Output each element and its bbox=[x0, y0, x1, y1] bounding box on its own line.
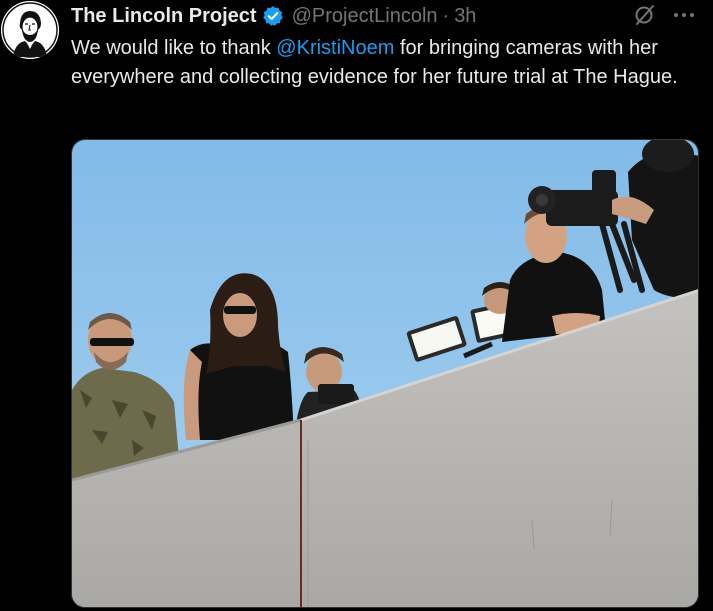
author-handle[interactable]: @ProjectLincoln bbox=[292, 5, 438, 28]
tweet-header: The Lincoln Project @ProjectLincoln · 3h bbox=[71, 3, 476, 29]
tweet-photo[interactable] bbox=[71, 139, 699, 608]
avatar[interactable] bbox=[1, 1, 59, 59]
more-options-icon[interactable] bbox=[672, 5, 696, 25]
lincoln-portrait-icon bbox=[1, 1, 59, 59]
tweet-text-part: We would like to thank bbox=[71, 37, 277, 59]
grok-icon[interactable] bbox=[633, 3, 657, 27]
verified-badge-icon[interactable] bbox=[262, 5, 284, 27]
separator-dot: · bbox=[442, 4, 450, 27]
photo-image bbox=[72, 140, 698, 607]
tweet-text: We would like to thank @KristiNoem for b… bbox=[71, 34, 691, 92]
tweet[interactable]: The Lincoln Project @ProjectLincoln · 3h… bbox=[0, 0, 713, 611]
author-display-name[interactable]: The Lincoln Project bbox=[71, 5, 257, 28]
timestamp[interactable]: 3h bbox=[454, 5, 476, 28]
mention-link[interactable]: @KristiNoem bbox=[276, 37, 394, 59]
